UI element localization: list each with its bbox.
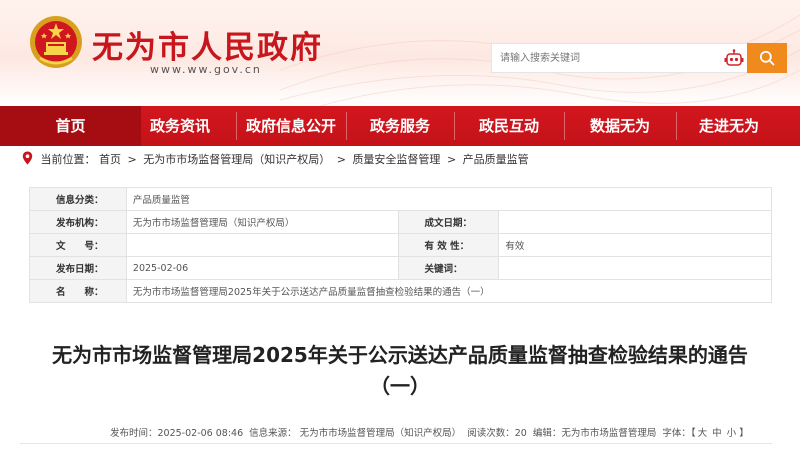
breadcrumb-separator: > bbox=[336, 152, 346, 166]
location-pin-icon bbox=[22, 151, 33, 165]
publisher-label: 发布机构： bbox=[29, 210, 127, 234]
site-url: www.ww.gov.cn bbox=[150, 63, 262, 76]
info-source: 信息来源： 无为市市场监督管理局（知识产权局） bbox=[249, 428, 462, 439]
category-label: 信息分类： bbox=[29, 187, 127, 211]
editor: 编辑：无为市市场监督管理局 bbox=[532, 428, 657, 439]
validity-value: 有效 bbox=[498, 233, 772, 257]
table-row: 信息分类： 产品质量监管 bbox=[29, 187, 773, 211]
national-emblem-icon bbox=[30, 16, 82, 68]
search-input[interactable] bbox=[492, 44, 728, 72]
publisher-value: 无为市市场监督管理局（知识产权局） bbox=[125, 210, 399, 234]
breadcrumb-prefix: 当前位置： bbox=[40, 153, 96, 166]
nav-data[interactable]: 数据无为 bbox=[564, 106, 676, 146]
font-medium-button[interactable]: 中 bbox=[712, 428, 722, 439]
keywords-value bbox=[498, 256, 772, 280]
publish-date-value: 2025-02-06 bbox=[125, 256, 399, 280]
nav-info-disclosure[interactable]: 政府信息公开 bbox=[236, 106, 346, 146]
meta-divider bbox=[20, 443, 772, 444]
created-date-label: 成文日期： bbox=[397, 210, 500, 234]
publish-time: 发布时间：2025-02-06 08:46 bbox=[110, 428, 244, 439]
category-value: 产品质量监管 bbox=[125, 187, 773, 211]
font-size-label: 字体：【 bbox=[662, 428, 696, 439]
table-row: 名 称： 无为市市场监督管理局2025年关于公示送达产品质量监督抽查检验结果的通… bbox=[29, 279, 773, 303]
site-header: 无为市人民政府 www.ww.gov.cn bbox=[0, 0, 800, 106]
doc-name-value: 无为市市场监督管理局2025年关于公示送达产品质量监督抽查检验结果的通告（一） bbox=[125, 279, 773, 303]
nav-about[interactable]: 走进无为 bbox=[676, 106, 782, 146]
breadcrumb-product-quality[interactable]: 产品质量监管 bbox=[463, 153, 529, 166]
font-size-close: 】 bbox=[739, 428, 749, 439]
search-icon bbox=[759, 50, 775, 66]
nav-home[interactable]: 首页 bbox=[0, 106, 141, 146]
document-info-table: 信息分类： 产品质量监管 发布机构： 无为市市场监督管理局（知识产权局） 成文日… bbox=[29, 187, 773, 303]
breadcrumb-separator: > bbox=[127, 152, 137, 166]
doc-number-label: 文 号： bbox=[29, 233, 127, 257]
table-row: 发布日期： 2025-02-06 关键词： bbox=[29, 256, 772, 280]
breadcrumb-home[interactable]: 首页 bbox=[99, 153, 121, 166]
font-large-button[interactable]: 大 bbox=[698, 428, 708, 439]
nav-services[interactable]: 政务服务 bbox=[346, 106, 454, 146]
article-title: 无为市市场监督管理局2025年关于公示送达产品质量监督抽查检验结果的通告 （一） bbox=[20, 340, 780, 402]
validity-label: 有 效 性： bbox=[397, 233, 500, 257]
article-title-line2: （一） bbox=[370, 374, 430, 398]
site-title[interactable]: 无为市人民政府 bbox=[92, 22, 323, 67]
breadcrumb-bureau[interactable]: 无为市市场监督管理局（知识产权局） bbox=[143, 153, 330, 166]
breadcrumb-quality-safety[interactable]: 质量安全监督管理 bbox=[352, 153, 440, 166]
table-row: 文 号： 有 效 性： 有效 bbox=[29, 233, 772, 257]
search-box bbox=[491, 43, 787, 73]
search-button[interactable] bbox=[747, 43, 787, 73]
breadcrumb-separator: > bbox=[446, 152, 457, 166]
nav-interaction[interactable]: 政民互动 bbox=[454, 106, 564, 146]
font-small-button[interactable]: 小 bbox=[727, 428, 737, 439]
doc-name-label: 名 称： bbox=[29, 279, 127, 303]
publish-date-label: 发布日期： bbox=[29, 256, 127, 280]
created-date-value bbox=[498, 210, 772, 234]
main-nav: 首页 政务资讯 政府信息公开 政务服务 政民互动 数据无为 走进无为 bbox=[0, 106, 800, 146]
doc-number-value bbox=[125, 233, 399, 257]
robot-assistant-icon[interactable] bbox=[724, 49, 744, 67]
keywords-label: 关键词： bbox=[397, 256, 500, 280]
article-title-line1: 无为市市场监督管理局2025年关于公示送达产品质量监督抽查检验结果的通告 bbox=[52, 343, 748, 367]
view-count: 阅读次数：20 bbox=[467, 428, 527, 439]
table-row: 发布机构： 无为市市场监督管理局（知识产权局） 成文日期： bbox=[29, 210, 772, 234]
article-meta: 发布时间：2025-02-06 08:46 信息来源： 无为市市场监督管理局（知… bbox=[110, 425, 752, 439]
breadcrumb: 当前位置： 首页 > 无为市市场监督管理局（知识产权局） > 质量安全监督管理 … bbox=[22, 151, 529, 169]
nav-news[interactable]: 政务资讯 bbox=[124, 106, 236, 146]
